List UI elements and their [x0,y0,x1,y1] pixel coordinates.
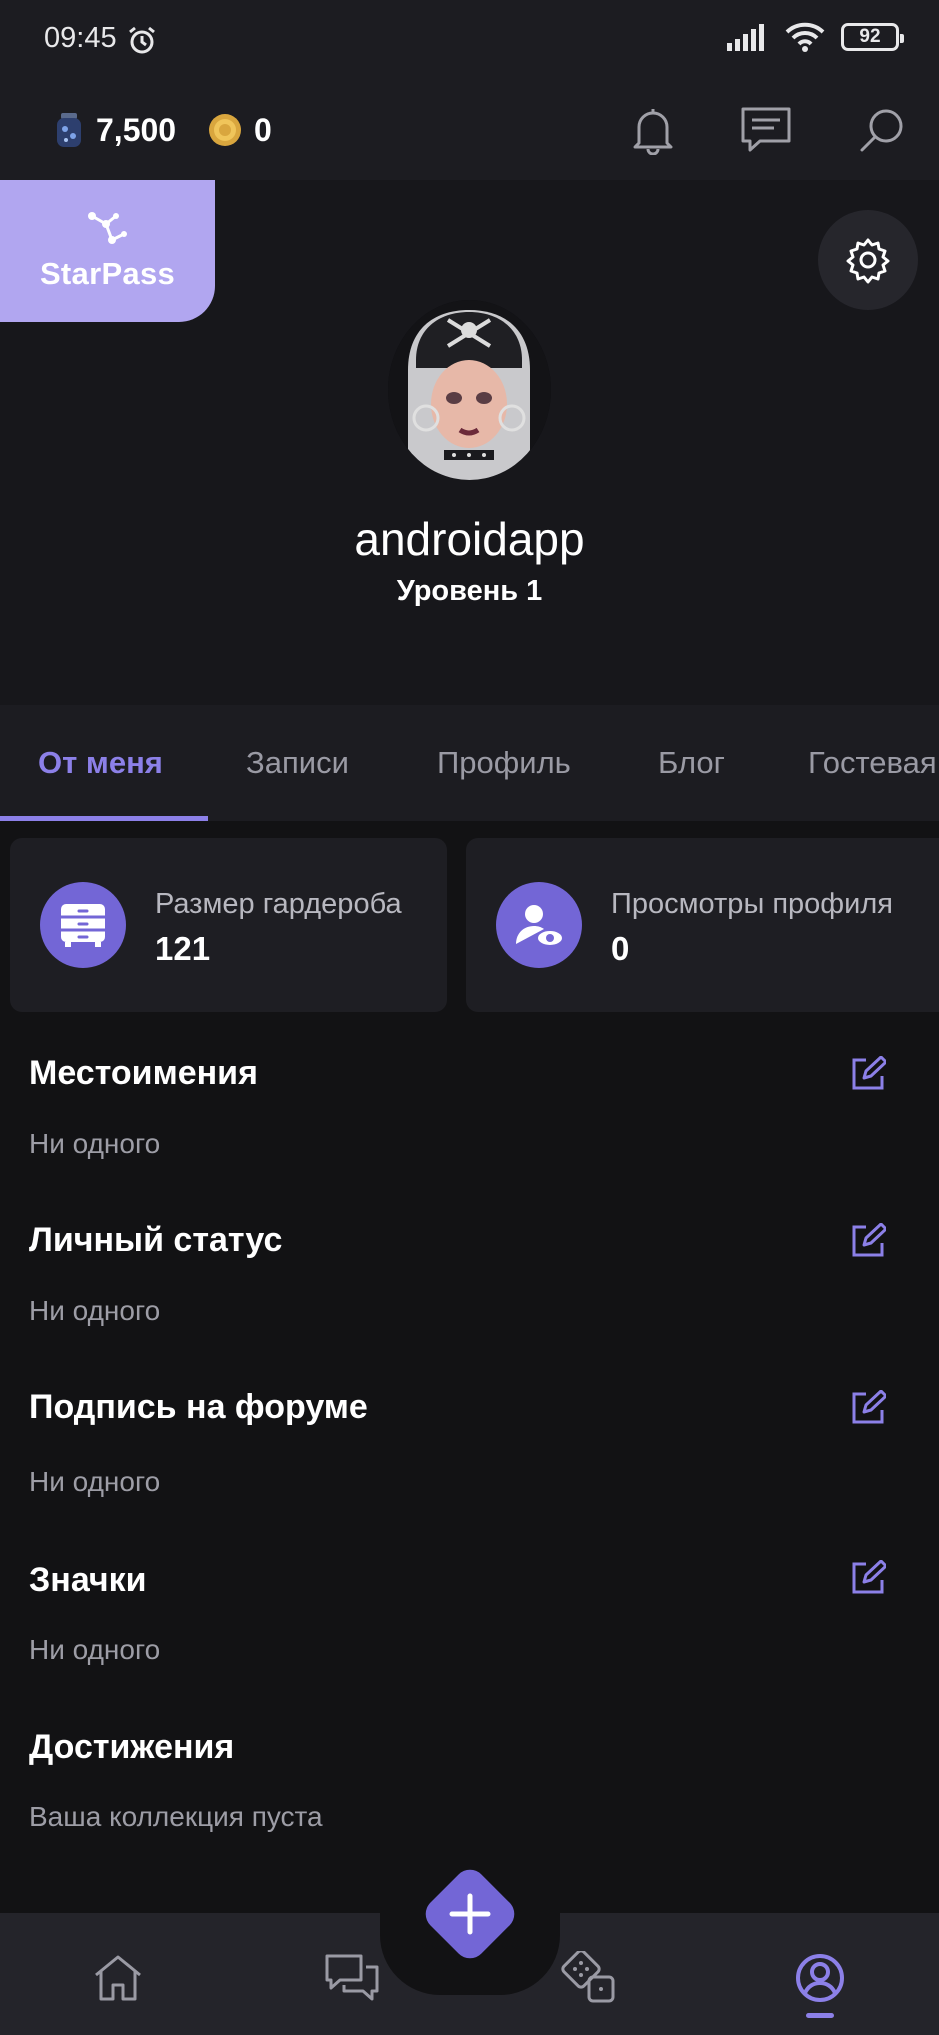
gear-icon [846,238,890,284]
wardrobe-size-card[interactable]: Размер гардероба 121 [10,838,447,1012]
personal-status-value: Ни одного [29,1295,161,1326]
status-icons: 92 [727,22,904,52]
nav-active-indicator [806,2013,834,2018]
signal-icon [727,24,764,51]
username: androidapp [354,513,585,565]
edit-forum-signature-button[interactable] [846,1386,890,1430]
coin-icon [209,114,241,146]
chat-icon [325,1954,379,2001]
edit-pronouns-button[interactable] [846,1052,890,1096]
tab-profile[interactable]: Профиль [437,745,571,781]
tab-from-me[interactable]: От меня [38,745,163,781]
coins-balance[interactable]: 0 [208,106,272,154]
active-tab-indicator [0,816,208,821]
avatar[interactable] [388,300,551,480]
edit-personal-status-button[interactable] [846,1219,890,1263]
forum-signature-title: Подпись на форуме [29,1388,368,1426]
bell-icon [633,109,673,155]
wifi-icon [785,22,825,52]
edit-icon [852,1056,886,1090]
plus-icon [425,1869,515,1959]
dresser-icon [40,882,126,968]
messages-button[interactable] [734,98,798,162]
gems-amount: 7,500 [96,111,177,148]
dice-icon [561,1951,615,2003]
edit-icon [852,1223,886,1257]
gems-balance[interactable]: 7,500 [54,106,176,154]
coins-amount: 0 [254,111,272,148]
gem-jar-icon [57,113,81,147]
message-icon [741,107,791,152]
nav-profile[interactable] [788,1946,852,2010]
wardrobe-size-value: 121 [155,930,211,967]
achievements-title: Достижения [29,1728,235,1766]
achievements-value: Ваша коллекция пуста [29,1801,323,1832]
search-icon [860,109,903,152]
edit-icon [852,1560,886,1594]
user-level: Уровень 1 [396,575,543,607]
wardrobe-size-label: Размер гардероба [155,888,402,920]
tab-posts[interactable]: Записи [246,745,349,781]
nav-chat[interactable] [320,1946,384,2010]
edit-icon [852,1390,886,1424]
badges-title: Значки [29,1561,147,1599]
nav-games[interactable] [556,1946,620,2010]
nav-home[interactable] [86,1946,150,2010]
home-icon [95,1955,141,2001]
profile-views-value: 0 [611,930,630,967]
settings-button[interactable] [818,210,918,310]
notifications-button[interactable] [621,98,685,162]
pronouns-title: Местоимения [29,1054,258,1092]
badges-value: Ни одного [29,1634,161,1665]
profile-icon [796,1954,844,2002]
alarm-icon [126,24,158,61]
profile-views-icon [496,882,582,968]
starpass-label: StarPass [39,256,176,291]
avatar-image [388,300,551,480]
edit-badges-button[interactable] [846,1556,890,1600]
create-button[interactable] [414,1858,526,1970]
pronouns-value: Ни одного [29,1128,161,1159]
starpass-button[interactable]: StarPass [0,180,215,322]
search-button[interactable] [850,98,914,162]
profile-views-label: Просмотры профиля [611,888,893,920]
battery-indicator: 92 [841,23,904,51]
personal-status-title: Личный статус [29,1221,283,1259]
profile-tabs: От меня Записи Профиль Блог Гостевая [0,705,939,821]
tab-blog[interactable]: Блог [658,745,725,781]
profile-views-card[interactable]: Просмотры профиля 0 [466,838,939,1012]
tab-guestbook[interactable]: Гостевая [808,745,937,781]
constellation-icon [87,212,127,244]
status-time: 09:45 [44,22,117,54]
forum-signature-value: Ни одного [29,1466,161,1497]
